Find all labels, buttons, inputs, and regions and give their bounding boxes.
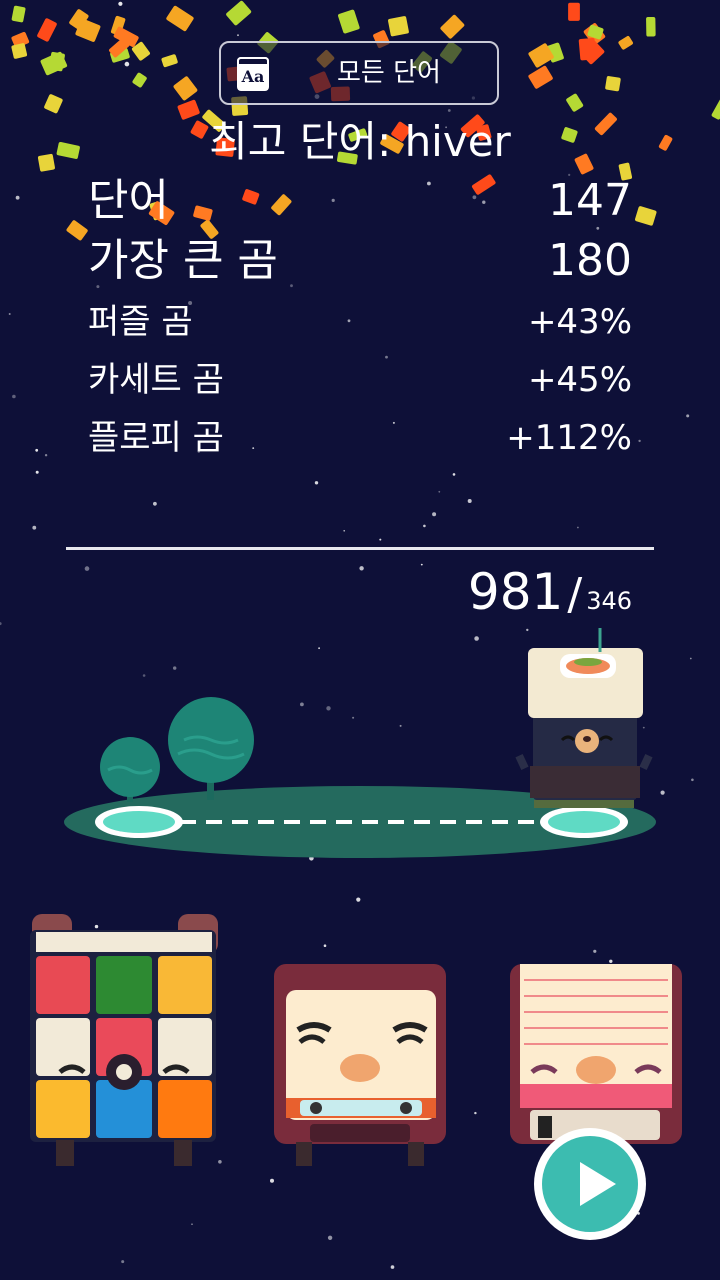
floppy-bear-character[interactable] — [510, 964, 682, 1144]
bear-characters — [30, 914, 682, 1166]
play-button-inner — [542, 1136, 638, 1232]
play-icon — [580, 1162, 616, 1206]
puzzle-bear-character[interactable] — [30, 914, 218, 1166]
cassette-bear-character[interactable] — [274, 964, 446, 1166]
play-button[interactable] — [534, 1128, 646, 1240]
